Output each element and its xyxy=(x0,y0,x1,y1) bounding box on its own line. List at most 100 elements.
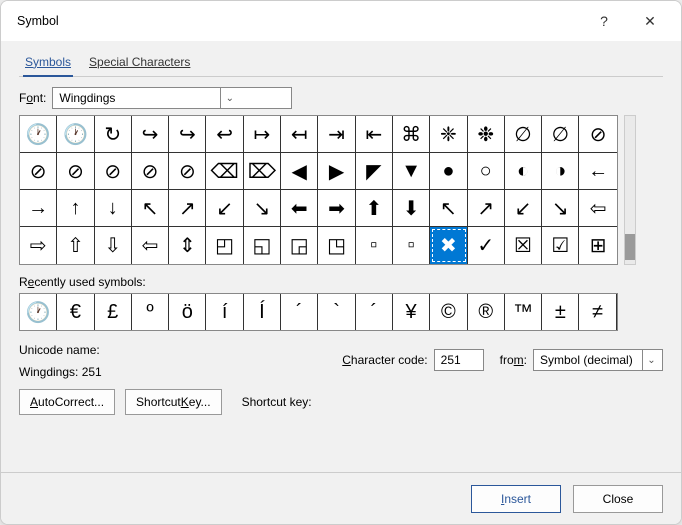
recent-symbol-cell[interactable]: € xyxy=(57,294,94,330)
symbol-cell[interactable]: ◳ xyxy=(318,227,355,264)
insert-button[interactable]: Insert xyxy=(471,485,561,513)
symbol-cell[interactable]: ↙ xyxy=(206,190,243,227)
symbol-cell[interactable]: ↪ xyxy=(132,116,169,153)
symbol-dialog: Symbol ? ✕ Symbols Special Characters Fo… xyxy=(0,0,682,525)
symbol-cell[interactable]: ⇤ xyxy=(356,116,393,153)
symbol-cell[interactable]: ▼ xyxy=(393,153,430,190)
font-input[interactable] xyxy=(53,88,220,108)
recent-symbol-cell[interactable]: ® xyxy=(468,294,505,330)
symbol-cell[interactable]: ↻ xyxy=(95,116,132,153)
recent-symbol-cell[interactable]: Í xyxy=(244,294,281,330)
help-button[interactable]: ? xyxy=(581,1,627,41)
symbol-cell[interactable]: ↓ xyxy=(95,190,132,227)
symbol-cell[interactable]: ↘ xyxy=(244,190,281,227)
scrollbar[interactable] xyxy=(624,115,636,265)
symbol-cell[interactable]: ⇨ xyxy=(20,227,57,264)
symbol-cell[interactable]: ⬅ xyxy=(281,190,318,227)
symbol-cell[interactable]: ⌦ xyxy=(244,153,281,190)
recent-symbol-cell[interactable]: ` xyxy=(318,294,355,330)
scroll-thumb[interactable] xyxy=(625,234,635,260)
symbol-cell[interactable]: ◱ xyxy=(244,227,281,264)
symbol-cell[interactable]: ↖ xyxy=(430,190,467,227)
symbol-cell[interactable]: ◐ xyxy=(505,153,542,190)
recent-symbol-cell[interactable]: ¥ xyxy=(393,294,430,330)
symbol-cell[interactable]: ↑ xyxy=(57,190,94,227)
symbol-cell[interactable]: ⊘ xyxy=(20,153,57,190)
symbol-cell[interactable]: ⊞ xyxy=(579,227,616,264)
font-combobox[interactable]: ⌄ xyxy=(52,87,292,109)
symbol-cell[interactable]: ⌘ xyxy=(393,116,430,153)
symbol-cell[interactable]: ☑ xyxy=(542,227,579,264)
symbol-cell[interactable]: ⊘ xyxy=(57,153,94,190)
symbol-cell[interactable]: ∅ xyxy=(542,116,579,153)
charcode-input[interactable] xyxy=(434,349,484,371)
symbol-cell[interactable]: ↗ xyxy=(468,190,505,227)
symbol-cell[interactable]: ⊘ xyxy=(579,116,616,153)
symbol-cell[interactable]: ⬆ xyxy=(356,190,393,227)
symbol-cell[interactable]: ↖ xyxy=(132,190,169,227)
from-combobox[interactable]: ⌄ xyxy=(533,349,663,371)
symbol-cell[interactable]: ⇩ xyxy=(95,227,132,264)
tab-special-characters[interactable]: Special Characters xyxy=(87,49,192,77)
symbol-cell[interactable]: 🕐 xyxy=(57,116,94,153)
symbol-cell[interactable]: ⇦ xyxy=(579,190,616,227)
symbol-cell[interactable]: ☒ xyxy=(505,227,542,264)
recent-symbol-cell[interactable]: í xyxy=(206,294,243,330)
symbol-cell[interactable]: ❉ xyxy=(468,116,505,153)
symbol-cell[interactable]: ✖ xyxy=(430,227,467,264)
symbol-grid[interactable]: 🕐🕐↻↪↪↩↦↤⇥⇤⌘❈❉∅∅⊘⊘⊘⊘⊘⊘⌫⌦◀▶◤▼●○◐◑←→↑↓↖↗↙↘⬅… xyxy=(19,115,618,265)
symbol-cell[interactable]: ✓ xyxy=(468,227,505,264)
symbol-cell[interactable]: ↦ xyxy=(244,116,281,153)
symbol-cell[interactable]: ⇥ xyxy=(318,116,355,153)
autocorrect-button[interactable]: AutoCorrect... xyxy=(19,389,115,415)
symbol-cell[interactable]: ⇕ xyxy=(169,227,206,264)
recent-symbol-cell[interactable]: ö xyxy=(169,294,206,330)
symbol-cell[interactable]: ⬇ xyxy=(393,190,430,227)
symbol-cell[interactable]: ◤ xyxy=(356,153,393,190)
symbol-cell[interactable]: ↪ xyxy=(169,116,206,153)
symbol-cell[interactable]: ⌫ xyxy=(206,153,243,190)
symbol-cell[interactable]: → xyxy=(20,190,57,227)
symbol-cell[interactable]: 🕐 xyxy=(20,116,57,153)
recent-symbol-cell[interactable]: © xyxy=(430,294,467,330)
symbol-cell[interactable]: ⇧ xyxy=(57,227,94,264)
symbol-cell[interactable]: ◀ xyxy=(281,153,318,190)
close-button[interactable]: ✕ xyxy=(627,1,673,41)
symbol-cell[interactable]: ◲ xyxy=(281,227,318,264)
recent-symbol-cell[interactable]: ´ xyxy=(281,294,318,330)
symbol-cell[interactable]: ∅ xyxy=(505,116,542,153)
symbol-cell[interactable]: ◰ xyxy=(206,227,243,264)
symbol-cell[interactable]: ▶ xyxy=(318,153,355,190)
chevron-down-icon[interactable]: ⌄ xyxy=(642,350,660,370)
symbol-cell[interactable]: ◑ xyxy=(542,153,579,190)
symbol-cell[interactable]: ○ xyxy=(468,153,505,190)
symbol-cell[interactable]: ▫ xyxy=(356,227,393,264)
symbol-cell[interactable]: ↙ xyxy=(505,190,542,227)
symbol-cell[interactable]: ⊘ xyxy=(132,153,169,190)
recent-symbol-cell[interactable]: ≠ xyxy=(579,294,616,330)
recent-symbol-cell[interactable]: ± xyxy=(542,294,579,330)
recent-grid[interactable]: 🕐€£ºöíÍ´`´¥©®™±≠ xyxy=(19,293,618,331)
recent-symbol-cell[interactable]: º xyxy=(132,294,169,330)
from-input[interactable] xyxy=(534,350,642,370)
recent-symbol-cell[interactable]: £ xyxy=(95,294,132,330)
tab-symbols[interactable]: Symbols xyxy=(23,49,73,77)
symbol-cell[interactable]: ↗ xyxy=(169,190,206,227)
symbol-cell[interactable]: ⇦ xyxy=(132,227,169,264)
recent-symbol-cell[interactable]: 🕐 xyxy=(20,294,57,330)
symbol-cell[interactable]: ⊘ xyxy=(95,153,132,190)
shortcut-key-button[interactable]: Shortcut Key... xyxy=(125,389,222,415)
symbol-cell[interactable]: ↘ xyxy=(542,190,579,227)
symbol-cell[interactable]: ⊘ xyxy=(169,153,206,190)
chevron-down-icon[interactable]: ⌄ xyxy=(220,88,238,108)
close-footer-button[interactable]: Close xyxy=(573,485,663,513)
symbol-cell[interactable]: ● xyxy=(430,153,467,190)
recent-symbol-cell[interactable]: ™ xyxy=(505,294,542,330)
symbol-cell[interactable]: ↤ xyxy=(281,116,318,153)
symbol-cell[interactable]: ➡ xyxy=(318,190,355,227)
symbol-cell[interactable]: ❈ xyxy=(430,116,467,153)
symbol-cell[interactable]: ↩ xyxy=(206,116,243,153)
symbol-cell[interactable]: ← xyxy=(579,153,616,190)
symbol-cell[interactable]: ▫ xyxy=(393,227,430,264)
recent-symbol-cell[interactable]: ´ xyxy=(356,294,393,330)
